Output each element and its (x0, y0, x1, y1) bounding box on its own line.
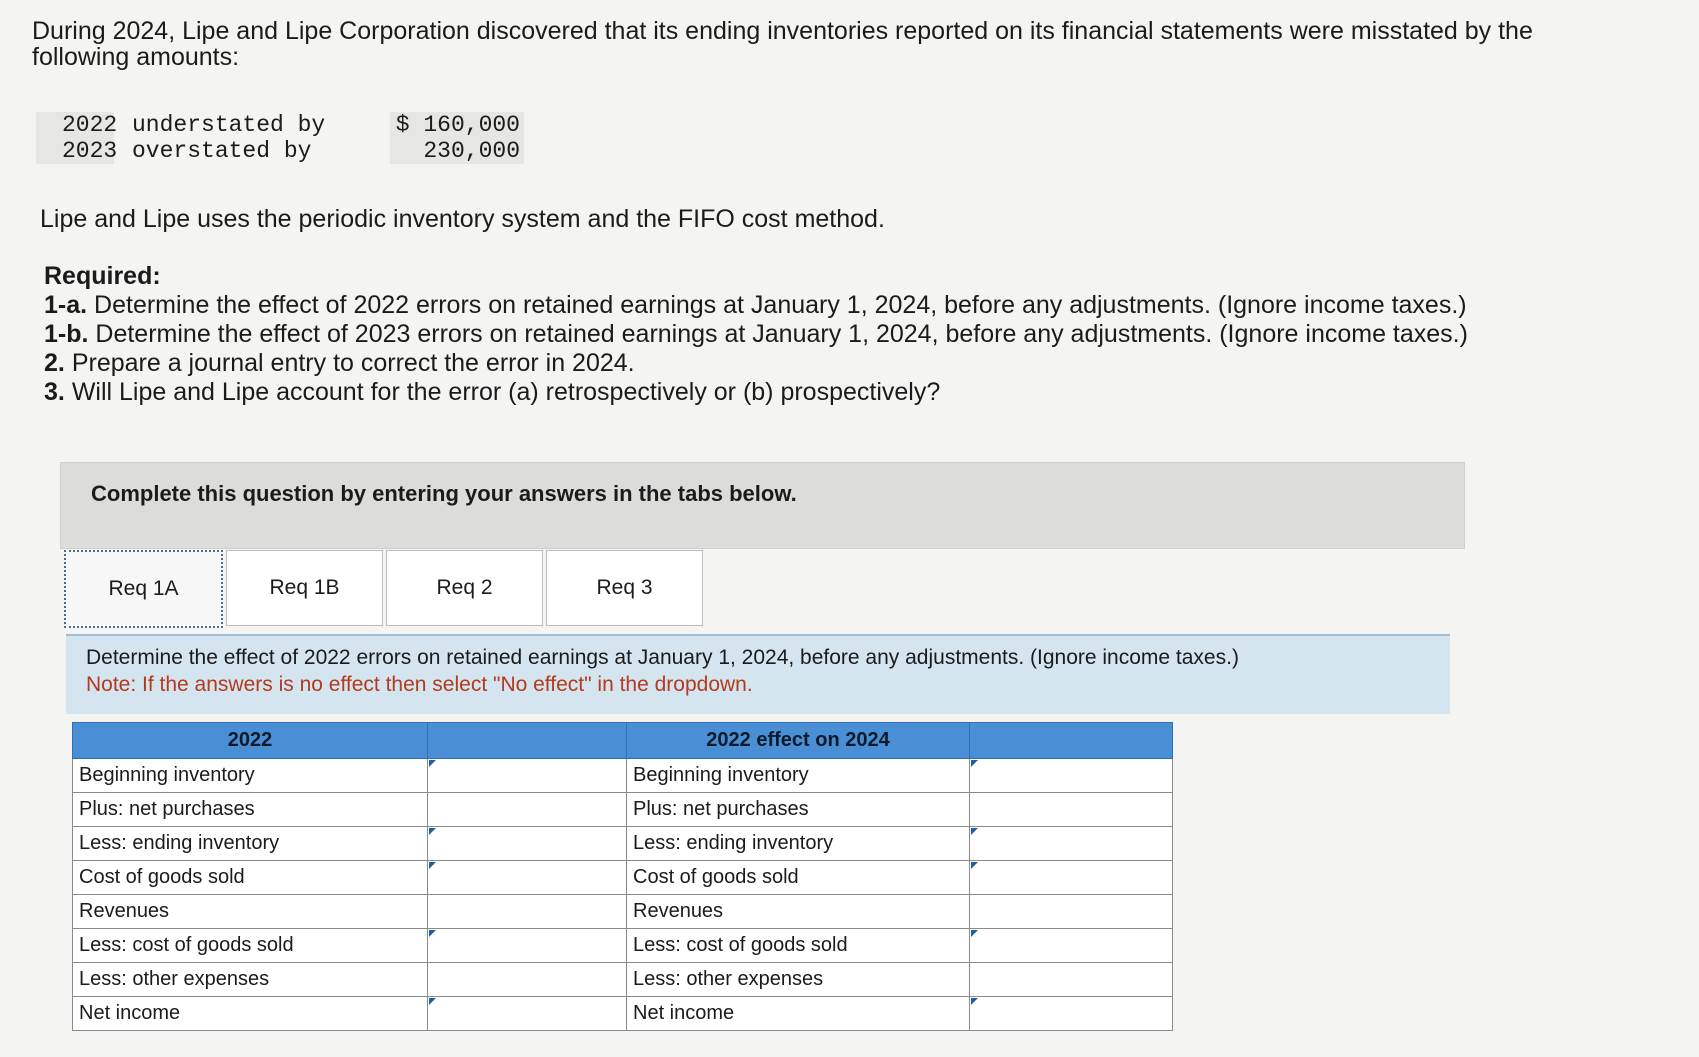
problem-intro: During 2024, Lipe and Lipe Corporation d… (32, 17, 1533, 71)
row-label: Revenues (626, 894, 970, 929)
table-row: Cost of goods sold Cost of goods sold (72, 860, 1173, 895)
amount-row-2022: 2022 understated by $ 160,000 (36, 112, 524, 138)
amount-year: 2022 (36, 112, 117, 138)
dropdown-caret-icon (971, 828, 978, 835)
empty-cell (969, 894, 1173, 929)
row-label: Beginning inventory (72, 758, 428, 793)
dropdown-caret-icon (971, 862, 978, 869)
empty-cell (427, 962, 627, 997)
table-row: Net income Net income (72, 996, 1173, 1031)
dropdown-caret-icon (429, 862, 436, 869)
row-label: Less: ending inventory (72, 826, 428, 861)
header-blank (427, 722, 627, 759)
dropdown-caret-icon (429, 760, 436, 767)
required-num: 1-b. (44, 320, 89, 348)
effect-dropdown[interactable] (427, 758, 627, 793)
table-row: Plus: net purchases Plus: net purchases (72, 792, 1173, 827)
tab-label: Req 1B (269, 576, 340, 599)
amount-value: $ 160,000 (390, 112, 524, 138)
table-header-row: 2022 2022 effect on 2024 (72, 722, 1173, 759)
empty-cell (969, 792, 1173, 827)
instructions-text: Determine the effect of 2022 errors on r… (86, 646, 1239, 669)
required-num: 2. (44, 349, 65, 377)
effect-dropdown[interactable] (427, 860, 627, 895)
row-label: Net income (72, 996, 428, 1031)
requirement-tabs: Req 1A Req 1B Req 2 Req 3 (64, 550, 706, 630)
effect-dropdown[interactable] (427, 928, 627, 963)
row-label: Less: cost of goods sold (626, 928, 970, 963)
misstatement-amounts: 2022 understated by $ 160,000 2023 overs… (36, 112, 524, 164)
instruction-panel: Complete this question by entering your … (60, 462, 1465, 549)
tab-req-1a[interactable]: Req 1A (64, 550, 223, 628)
effects-table: 2022 2022 effect on 2024 Beginning inven… (72, 722, 1173, 1031)
empty-cell (427, 792, 627, 827)
header-blank (969, 722, 1173, 759)
table-row: Less: cost of goods sold Less: cost of g… (72, 928, 1173, 963)
instructions-box: Determine the effect of 2022 errors on r… (66, 634, 1450, 714)
tab-label: Req 2 (436, 576, 493, 599)
dropdown-caret-icon (429, 828, 436, 835)
row-label: Plus: net purchases (72, 792, 428, 827)
amount-value: 230,000 (390, 138, 524, 164)
required-num: 1-a. (44, 291, 88, 319)
empty-cell (427, 894, 627, 929)
row-label: Revenues (72, 894, 428, 929)
amount-desc: overstated by (132, 138, 312, 164)
amount-year: 2023 (36, 138, 117, 164)
amount-desc: understated by (132, 112, 326, 138)
table-row: Revenues Revenues (72, 894, 1173, 929)
row-label: Beginning inventory (626, 758, 970, 793)
tab-req-1b[interactable]: Req 1B (226, 550, 383, 626)
effect-dropdown[interactable] (969, 996, 1173, 1031)
effect-dropdown[interactable] (969, 860, 1173, 895)
tab-req-2[interactable]: Req 2 (386, 550, 543, 626)
required-heading: Required: (44, 262, 161, 290)
table-row: Beginning inventory Beginning inventory (72, 758, 1173, 793)
required-item: 1-b. Determine the effect of 2023 errors… (44, 320, 1468, 349)
empty-cell (969, 962, 1173, 997)
tab-req-3[interactable]: Req 3 (546, 550, 703, 626)
required-text: Prepare a journal entry to correct the e… (71, 349, 635, 377)
required-item: 2. Prepare a journal entry to correct th… (44, 349, 1468, 378)
tab-label: Req 3 (596, 576, 653, 599)
required-text: Will Lipe and Lipe account for the error… (71, 378, 941, 406)
panel-message: Complete this question by entering your … (91, 481, 797, 506)
dropdown-caret-icon (429, 998, 436, 1005)
tab-label: Req 1A (108, 577, 179, 600)
row-label: Net income (626, 996, 970, 1031)
amount-row-2023: 2023 overstated by 230,000 (36, 138, 524, 164)
header-2022: 2022 (72, 722, 428, 759)
inventory-method: Lipe and Lipe uses the periodic inventor… (40, 205, 885, 233)
effect-dropdown[interactable] (427, 826, 627, 861)
row-label: Plus: net purchases (626, 792, 970, 827)
row-label: Less: cost of goods sold (72, 928, 428, 963)
effect-dropdown[interactable] (969, 826, 1173, 861)
required-section: Required: 1-a. Determine the effect of 2… (44, 262, 1468, 407)
dropdown-caret-icon (429, 930, 436, 937)
required-num: 3. (44, 378, 65, 406)
row-label: Cost of goods sold (626, 860, 970, 895)
required-item: 1-a. Determine the effect of 2022 errors… (44, 291, 1468, 320)
effect-dropdown[interactable] (969, 758, 1173, 793)
row-label: Cost of goods sold (72, 860, 428, 895)
dropdown-caret-icon (971, 930, 978, 937)
row-label: Less: other expenses (626, 962, 970, 997)
row-label: Less: ending inventory (626, 826, 970, 861)
effect-dropdown[interactable] (969, 928, 1173, 963)
row-label: Less: other expenses (72, 962, 428, 997)
table-row: Less: other expenses Less: other expense… (72, 962, 1173, 997)
header-2022-effect: 2022 effect on 2024 (626, 722, 970, 759)
dropdown-caret-icon (971, 760, 978, 767)
required-text: Determine the effect of 2022 errors on r… (94, 291, 1467, 319)
table-row: Less: ending inventory Less: ending inve… (72, 826, 1173, 861)
effect-dropdown[interactable] (427, 996, 627, 1031)
required-text: Determine the effect of 2023 errors on r… (95, 320, 1468, 348)
instructions-note: Note: If the answers is no effect then s… (86, 673, 753, 696)
dropdown-caret-icon (971, 998, 978, 1005)
required-item: 3. Will Lipe and Lipe account for the er… (44, 378, 1468, 407)
